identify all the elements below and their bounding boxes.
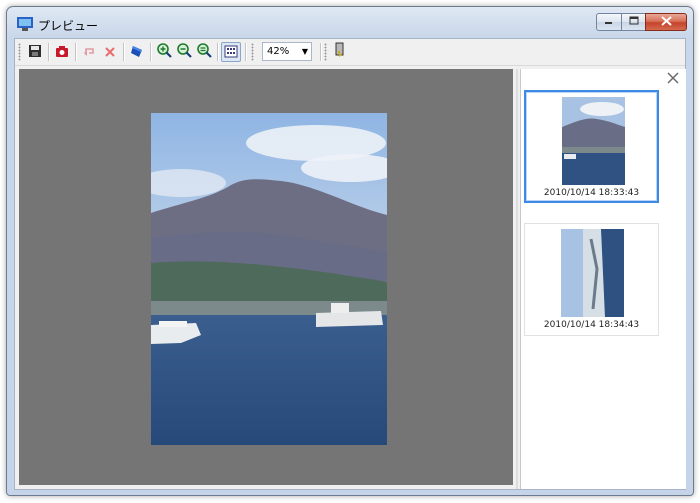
thumbnail-image (562, 97, 625, 185)
save-button[interactable] (25, 42, 45, 62)
delete-button[interactable] (100, 42, 120, 62)
zoom-fit-icon (196, 42, 212, 62)
rotate-icon (130, 43, 144, 62)
toolbar-separator (48, 43, 50, 61)
toolbar-separator (75, 43, 77, 61)
close-icon (660, 15, 672, 29)
camera-button[interactable] (52, 42, 72, 62)
undo-button[interactable] (79, 42, 99, 62)
zoom-out-icon (176, 42, 192, 62)
save-icon (28, 43, 42, 62)
client-area: 42% ▼ 2010/10/14 18:33:43 2010/10/14 18:… (14, 38, 686, 490)
zoom-select[interactable]: 42% ▼ (262, 42, 312, 61)
app-icon (17, 17, 33, 31)
window-title: プレビュー (38, 19, 99, 33)
zoom-fit-button[interactable] (194, 42, 214, 62)
thumbnail-label: 2010/10/14 18:33:43 (543, 188, 640, 198)
thumbnail-view-button[interactable] (221, 42, 241, 62)
preview-window: プレビュー 42% ▼ 2010/10/14 18:33:43 2010/10/… (6, 6, 694, 496)
toolbar-grip[interactable] (324, 43, 327, 61)
close-button[interactable] (645, 13, 687, 31)
toolbar-separator (245, 43, 247, 61)
toolbar-grip[interactable] (251, 43, 254, 61)
title-bar[interactable]: プレビュー (7, 7, 693, 39)
toolbar-separator (150, 43, 152, 61)
thumbnail-view-icon (224, 43, 238, 62)
exit-icon (334, 42, 346, 62)
undo-icon (82, 43, 96, 62)
thumbnail-pane: 2010/10/14 18:33:43 2010/10/14 18:34:43 (520, 69, 686, 489)
toolbar-separator (123, 43, 125, 61)
rotate-button[interactable] (127, 42, 147, 62)
maximize-button[interactable] (621, 13, 646, 31)
toolbar-separator (320, 43, 322, 61)
thumbnail-item-1[interactable]: 2010/10/14 18:33:43 (524, 90, 659, 203)
toolbar: 42% ▼ (15, 39, 685, 66)
chevron-down-icon: ▼ (301, 47, 308, 56)
preview-photo (151, 113, 387, 445)
exit-button[interactable] (330, 42, 350, 62)
delete-icon (104, 43, 116, 62)
zoom-value: 42% (267, 46, 290, 57)
toolbar-grip[interactable] (18, 43, 21, 61)
minimize-icon (604, 17, 614, 28)
zoom-out-button[interactable] (174, 42, 194, 62)
pane-splitter[interactable] (516, 69, 518, 489)
toolbar-separator (217, 43, 219, 61)
preview-area[interactable] (19, 69, 513, 485)
camera-icon (55, 43, 69, 62)
thumbnail-item-2[interactable]: 2010/10/14 18:34:43 (524, 223, 659, 336)
close-icon[interactable] (667, 71, 679, 87)
maximize-icon (629, 16, 639, 28)
thumbnail-image (561, 229, 624, 317)
thumbnail-label: 2010/10/14 18:34:43 (543, 320, 640, 330)
zoom-in-button[interactable] (154, 42, 174, 62)
minimize-button[interactable] (596, 13, 622, 31)
zoom-in-icon (156, 42, 172, 62)
